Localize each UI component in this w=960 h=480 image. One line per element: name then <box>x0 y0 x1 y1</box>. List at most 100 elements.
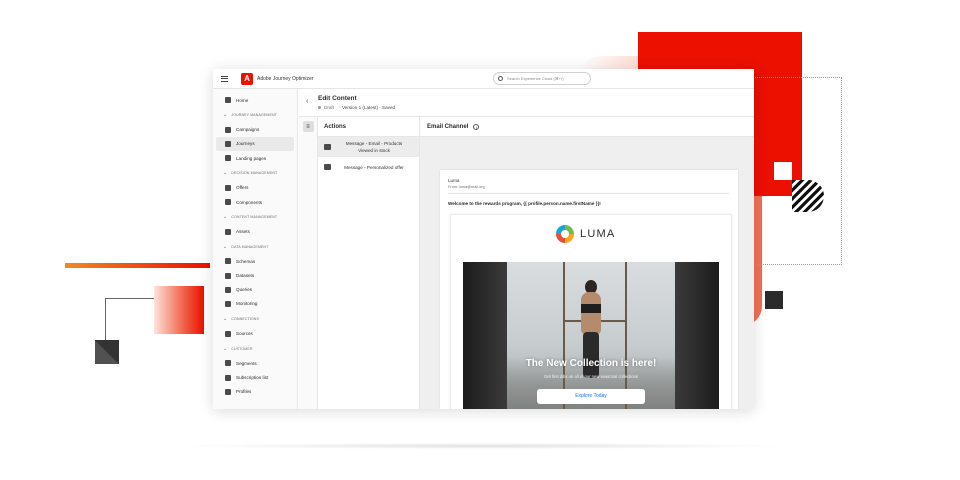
version-label: Version 1 (Latest) - Saved <box>341 105 396 110</box>
email-subject[interactable]: Welcome to the rewards program, {{ profi… <box>448 201 601 206</box>
nav-section-label: Journey Management <box>231 112 277 117</box>
segments-icon <box>225 360 231 367</box>
hero-title: The New Collection is here! <box>525 358 657 369</box>
actions-title: Actions <box>318 117 419 137</box>
decorative-black-square-right <box>765 291 783 309</box>
sidebar-item-journeys[interactable]: Journeys <box>216 136 294 152</box>
decorative-black-square-left <box>95 340 119 364</box>
decorative-orange-line <box>65 263 210 268</box>
channel-title: Email Channel <box>427 123 469 130</box>
home-icon <box>225 97 231 104</box>
hero-person-top <box>581 304 601 313</box>
decorative-striped-semicircle <box>792 180 824 212</box>
profile-icon <box>225 388 231 395</box>
nav-section-header[interactable]: ⌄ Connections <box>213 311 297 327</box>
nav-section-header[interactable]: ⌄ Data Management <box>213 239 297 255</box>
app-title: Adobe Journey Optimizer <box>257 75 314 82</box>
search-input[interactable]: Search Experience Cloud (⌘+/) <box>493 72 591 85</box>
offer-message-icon <box>324 164 331 170</box>
hero-person-leggings <box>583 332 599 378</box>
sidebar-item-campaigns[interactable]: Campaigns <box>213 123 297 137</box>
hero-curtain-right <box>675 262 719 409</box>
sidebar-item-label: Home <box>236 97 249 103</box>
nav-section-label: Data Management <box>231 244 269 249</box>
hamburger-menu-icon[interactable] <box>219 74 229 84</box>
action-item-label: Message - Email - Products Viewed in sto… <box>345 141 403 153</box>
explore-today-button[interactable]: Explore Today <box>537 389 645 404</box>
hero-person-body <box>581 292 601 334</box>
action-item[interactable]: Message - Personalized offer <box>318 157 419 177</box>
sidebar-item-label: Schemas <box>236 258 256 264</box>
sidebar-item-assets[interactable]: Assets <box>213 225 297 239</box>
sidebar-item-label: Components <box>236 199 263 205</box>
sidebar-item-label: Profiles <box>236 389 252 395</box>
sidebar-item-label: Journeys <box>236 141 255 147</box>
hero-subtitle: Get first dibs on all of our new seasona… <box>543 374 639 379</box>
dataset-icon <box>225 272 231 279</box>
nav-section-label: Connections <box>231 316 259 321</box>
sidebar-item-queries[interactable]: Queries <box>213 283 297 297</box>
sidebar-item-label: Assets <box>236 229 250 235</box>
sidebar-item-label: Landing pages <box>236 155 267 161</box>
chevron-down-icon: ⌄ <box>223 243 228 250</box>
adobe-logo: A <box>241 72 253 85</box>
status-badge: Draft <box>324 105 334 110</box>
sidebar-item-segments[interactable]: Segments <box>213 356 297 370</box>
search-placeholder: Search Experience Cloud (⌘+/) <box>507 76 564 81</box>
hero-image[interactable]: The New Collection is here! Get first di… <box>463 262 719 409</box>
hero-curtain-left <box>463 262 507 409</box>
action-item-label: Message - Personalized offer <box>344 164 404 170</box>
email-preview: Luma From: luma@mail.org Welcome to the … <box>440 170 738 409</box>
sidebar-item-components[interactable]: Components <box>213 195 297 209</box>
nav-section-label: Customer <box>231 346 253 351</box>
tool-rail: ≡ <box>299 117 318 409</box>
sidebar-item-subscription-list[interactable]: Subscription list <box>213 370 297 384</box>
status-dot-icon <box>318 106 321 109</box>
sources-icon <box>225 330 231 337</box>
luma-logo: LUMA <box>556 225 615 243</box>
sidebar-item-landing-pages[interactable]: Landing pages <box>213 151 297 165</box>
megaphone-icon <box>225 126 231 133</box>
journey-icon <box>225 140 231 147</box>
left-nav-sidebar: Home ⌄ Journey Management Campaigns Journeys… <box>213 89 298 409</box>
sidebar-item-home[interactable]: Home <box>213 93 297 107</box>
top-bar: A Adobe Journey Optimizer Search Experie… <box>213 69 754 89</box>
search-icon <box>498 76 503 81</box>
sidebar-item-label: Campaigns <box>236 127 260 133</box>
email-body[interactable]: LUMA The New Collection is here! Get fir… <box>450 214 732 409</box>
nav-section-label: Content Management <box>231 214 278 219</box>
sidebar-item-profiles[interactable]: Profiles <box>213 385 297 399</box>
decorative-connector-line <box>105 298 155 299</box>
sidebar-item-monitoring[interactable]: Monitoring <box>213 297 297 311</box>
chevron-down-icon: ⌄ <box>223 111 228 118</box>
sidebar-item-label: Subscription list <box>236 375 269 381</box>
chevron-down-icon: ⌄ <box>223 213 228 220</box>
page-header: ‹ Edit Content Draft Version 1 (Latest) … <box>299 89 754 117</box>
action-item[interactable]: Message - Email - Products Viewed in sto… <box>318 137 419 157</box>
sidebar-item-label: Datasets <box>236 273 255 279</box>
email-sender: Luma <box>448 178 460 183</box>
sidebar-item-datasets[interactable]: Datasets <box>213 269 297 283</box>
layers-icon[interactable]: ≡ <box>302 121 314 132</box>
components-icon <box>225 199 231 206</box>
info-icon[interactable]: i <box>473 123 480 130</box>
chevron-down-icon: ⌄ <box>223 170 228 176</box>
sidebar-item-label: Sources <box>236 331 253 337</box>
sidebar-item-offers[interactable]: Offers <box>213 181 297 195</box>
decorative-dotted-frame <box>755 77 842 265</box>
schema-icon <box>225 258 231 265</box>
sidebar-item-label: Offers <box>236 185 249 191</box>
back-chevron-icon[interactable]: ‹ <box>306 98 308 105</box>
sidebar-item-sources[interactable]: Sources <box>213 327 297 341</box>
nav-section-header[interactable]: ⌄ Decision Management <box>213 165 297 181</box>
channel-header: Email Channel i <box>420 117 754 137</box>
sidebar-item-schemas[interactable]: Schemas <box>213 254 297 268</box>
nav-section-header[interactable]: ⌄ Customer <box>213 341 297 357</box>
chevron-down-icon: ⌄ <box>223 345 228 352</box>
email-channel-panel: Email Channel i Luma From: luma@mail.org… <box>420 117 754 409</box>
assets-icon <box>225 228 231 235</box>
nav-section-header[interactable]: ⌄ Journey Management <box>213 107 297 123</box>
nav-section-header[interactable]: ⌄ Content Management <box>213 209 297 225</box>
window-floor-shadow <box>175 443 790 449</box>
decorative-red-gradient-square <box>154 286 204 334</box>
